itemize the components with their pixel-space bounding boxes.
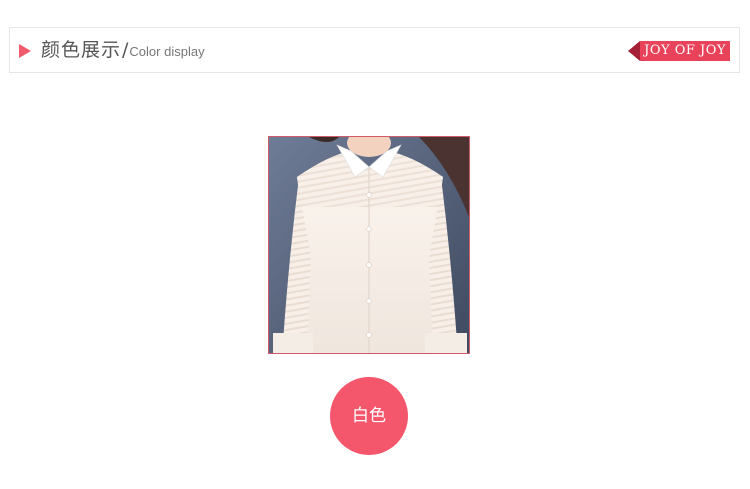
product-photo[interactable] xyxy=(268,136,470,354)
title-slash: / xyxy=(122,39,129,61)
title-en: Color display xyxy=(129,44,205,59)
color-option-white[interactable]: 白色 xyxy=(330,377,408,455)
white-blouse-icon xyxy=(269,137,469,353)
badge-tail-icon xyxy=(628,41,641,61)
section-header: 颜色展示/Color display JOY OF JOY xyxy=(9,27,740,73)
brand-badge-label: JOY OF JOY xyxy=(640,41,730,61)
play-icon xyxy=(19,44,31,58)
section-title: 颜色展示/Color display xyxy=(41,38,205,64)
title-cn: 颜色展示 xyxy=(41,39,122,61)
brand-badge: JOY OF JOY xyxy=(628,41,730,61)
